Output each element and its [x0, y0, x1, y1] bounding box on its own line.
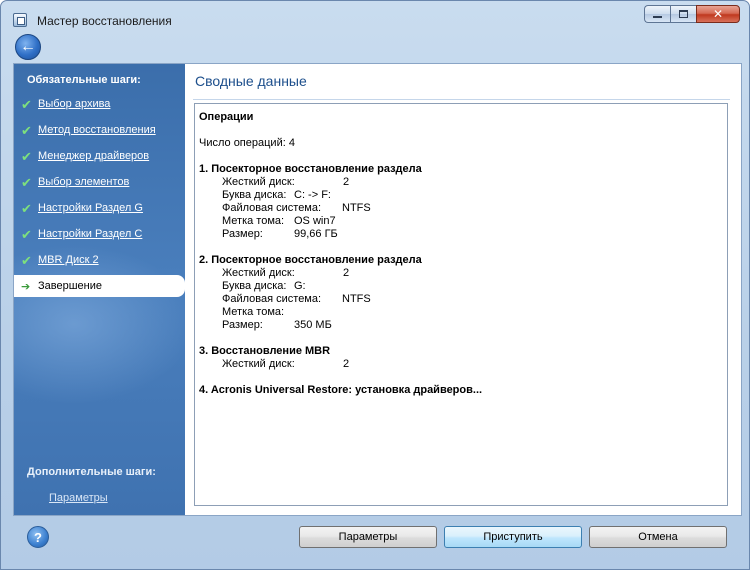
close-icon: ✕ — [712, 7, 724, 21]
disk-label: Жесткий диск: — [222, 358, 295, 370]
volume-label: Метка тома: — [222, 215, 285, 227]
checkmark-icon: ✔ — [21, 200, 32, 216]
title-divider — [193, 99, 730, 100]
fs-value: NTFS — [342, 202, 371, 214]
letter-value: C: -> F: — [294, 189, 331, 201]
sidebar-item-drivers[interactable]: ✔ Менеджер драйверов — [14, 145, 185, 167]
size-value: 350 МБ — [294, 319, 332, 331]
maximize-icon — [679, 10, 688, 18]
wizard-footer: ? Параметры Приступить Отмена — [13, 517, 742, 559]
checkmark-icon: ✔ — [21, 122, 32, 138]
fs-label: Файловая система: — [222, 202, 322, 214]
window-controls: ✕ — [644, 5, 740, 23]
sidebar-item-partition-c[interactable]: ✔ Настройки Раздел C — [14, 223, 185, 245]
window-title: Мастер восстановления — [37, 14, 172, 28]
summary-box[interactable]: Операции Число операций: 4 1. Посекторно… — [194, 103, 728, 506]
required-steps-heading: Обязательные шаги: — [27, 74, 141, 86]
help-icon: ? — [34, 529, 42, 545]
letter-value: G: — [294, 280, 306, 292]
volume-label: Метка тома: — [222, 306, 285, 318]
parameters-button[interactable]: Параметры — [299, 526, 437, 548]
sidebar-item-label: Менеджер драйверов — [38, 150, 150, 162]
wizard-client-area: Обязательные шаги: ✔ Выбор архива ✔ Мето… — [13, 63, 742, 516]
close-button[interactable]: ✕ — [696, 5, 740, 23]
parameters-button-label: Параметры — [338, 531, 398, 543]
disk-value: 2 — [343, 358, 350, 370]
sidebar-item-label: Выбор архива — [38, 98, 111, 110]
fs-value: NTFS — [342, 293, 371, 305]
operation-title: 2. Посекторное восстановление раздела — [199, 254, 422, 266]
steps-sidebar: Обязательные шаги: ✔ Выбор архива ✔ Мето… — [14, 64, 185, 515]
letter-label: Буква диска: — [222, 189, 287, 201]
sidebar-item-archive[interactable]: ✔ Выбор архива — [14, 93, 185, 115]
sidebar-item-label: MBR Диск 2 — [38, 254, 99, 266]
sidebar-item-elements[interactable]: ✔ Выбор элементов — [14, 171, 185, 193]
operation-title: 3. Восстановление MBR — [199, 345, 331, 357]
checkmark-icon: ✔ — [21, 174, 32, 190]
proceed-button[interactable]: Приступить — [444, 526, 582, 548]
disk-label: Жесткий диск: — [222, 267, 295, 279]
sidebar-item-finish[interactable]: ➔ Завершение — [14, 275, 185, 297]
sidebar-item-mbr[interactable]: ✔ MBR Диск 2 — [14, 249, 185, 271]
page-title: Сводные данные — [195, 73, 307, 89]
sidebar-item-label: Выбор элементов — [38, 176, 130, 188]
sidebar-item-partition-g[interactable]: ✔ Настройки Раздел G — [14, 197, 185, 219]
letter-label: Буква диска: — [222, 280, 287, 292]
optional-steps-heading: Дополнительные шаги: — [27, 466, 156, 478]
summary-panel: Сводные данные Операции Число операций: … — [185, 64, 741, 515]
title-bar: Мастер восстановления ✕ — [1, 1, 749, 31]
operation-title: 1. Посекторное восстановление раздела — [199, 163, 422, 175]
checkmark-icon: ✔ — [21, 252, 32, 268]
app-icon — [13, 13, 27, 27]
maximize-button[interactable] — [670, 5, 696, 23]
minimize-icon — [653, 16, 662, 18]
wizard-window: Мастер восстановления ✕ ← Обязательные ш… — [0, 0, 750, 570]
back-button[interactable]: ← — [15, 34, 41, 60]
cancel-button-label: Отмена — [638, 531, 678, 543]
cancel-button[interactable]: Отмена — [589, 526, 727, 548]
operation-title: 4. Acronis Universal Restore: установка … — [199, 384, 483, 396]
sidebar-item-label: Завершение — [38, 280, 102, 292]
help-button[interactable]: ? — [27, 526, 49, 548]
size-value: 99,66 ГБ — [294, 228, 338, 240]
back-arrow-icon: ← — [20, 38, 36, 55]
current-step-arrow-icon: ➔ — [21, 280, 31, 293]
sidebar-item-label: Метод восстановления — [38, 124, 156, 136]
minimize-button[interactable] — [644, 5, 670, 23]
fs-label: Файловая система: — [222, 293, 322, 305]
proceed-button-label: Приступить — [483, 531, 543, 543]
checkmark-icon: ✔ — [21, 148, 32, 164]
operations-heading: Операции — [199, 111, 254, 123]
sidebar-item-label: Настройки Раздел C — [38, 228, 143, 240]
sidebar-item-parameters[interactable]: Параметры — [49, 492, 108, 504]
volume-value: OS win7 — [294, 215, 336, 227]
checkmark-icon: ✔ — [21, 226, 32, 242]
disk-value: 2 — [343, 176, 350, 188]
size-label: Размер: — [222, 319, 263, 331]
sidebar-item-method[interactable]: ✔ Метод восстановления — [14, 119, 185, 141]
operations-count: Число операций: 4 — [199, 137, 295, 149]
disk-value: 2 — [343, 267, 350, 279]
checkmark-icon: ✔ — [21, 96, 32, 112]
disk-label: Жесткий диск: — [222, 176, 295, 188]
size-label: Размер: — [222, 228, 263, 240]
sidebar-item-label: Настройки Раздел G — [38, 202, 143, 214]
